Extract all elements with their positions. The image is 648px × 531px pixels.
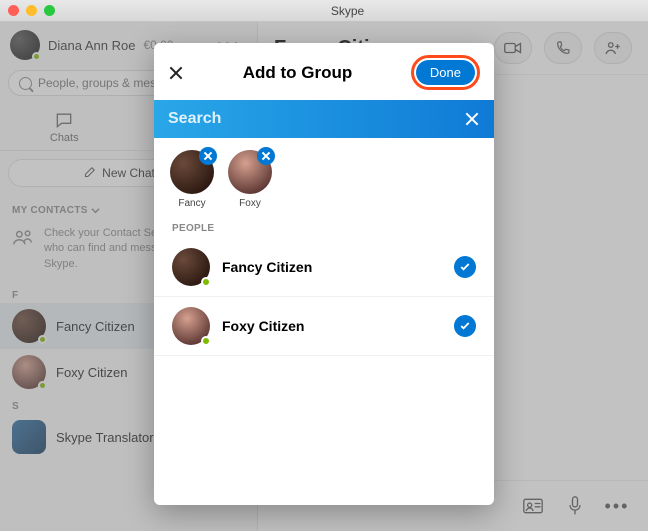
chip-avatar [228,150,272,194]
modal-title: Add to Group [184,63,411,83]
add-to-group-modal: Add to Group Done Fancy Foxy PEOPLE Fanc… [154,43,494,505]
person-name: Foxy Citizen [222,318,442,334]
remove-chip-button[interactable] [257,147,275,165]
person-name: Fancy Citizen [222,259,442,275]
modal-search-bar[interactable] [154,100,494,138]
window-titlebar: Skype [0,0,648,22]
modal-search-input[interactable] [168,110,464,128]
chip-avatar [170,150,214,194]
remove-chip-button[interactable] [199,147,217,165]
presence-indicator [201,336,211,346]
close-button[interactable] [168,65,184,81]
window-close-button[interactable] [8,5,19,16]
window-title: Skype [55,4,640,18]
selected-check-icon[interactable] [454,256,476,278]
traffic-lights [8,5,55,16]
people-list: Fancy Citizen Foxy Citizen [154,238,494,356]
chip-label: Fancy [178,198,205,209]
done-highlight: Done [411,55,480,90]
presence-indicator [201,277,211,287]
avatar [172,248,210,286]
selected-chip: Fancy [170,150,214,209]
clear-search-button[interactable] [464,111,480,127]
people-header: PEOPLE [154,215,494,238]
done-button[interactable]: Done [416,60,475,85]
selected-chips: Fancy Foxy [154,138,494,215]
person-row[interactable]: Fancy Citizen [154,238,494,297]
selected-chip: Foxy [228,150,272,209]
modal-header: Add to Group Done [154,43,494,100]
avatar [172,307,210,345]
window-maximize-button[interactable] [44,5,55,16]
selected-check-icon[interactable] [454,315,476,337]
window-minimize-button[interactable] [26,5,37,16]
chip-label: Foxy [239,198,261,209]
person-row[interactable]: Foxy Citizen [154,297,494,356]
